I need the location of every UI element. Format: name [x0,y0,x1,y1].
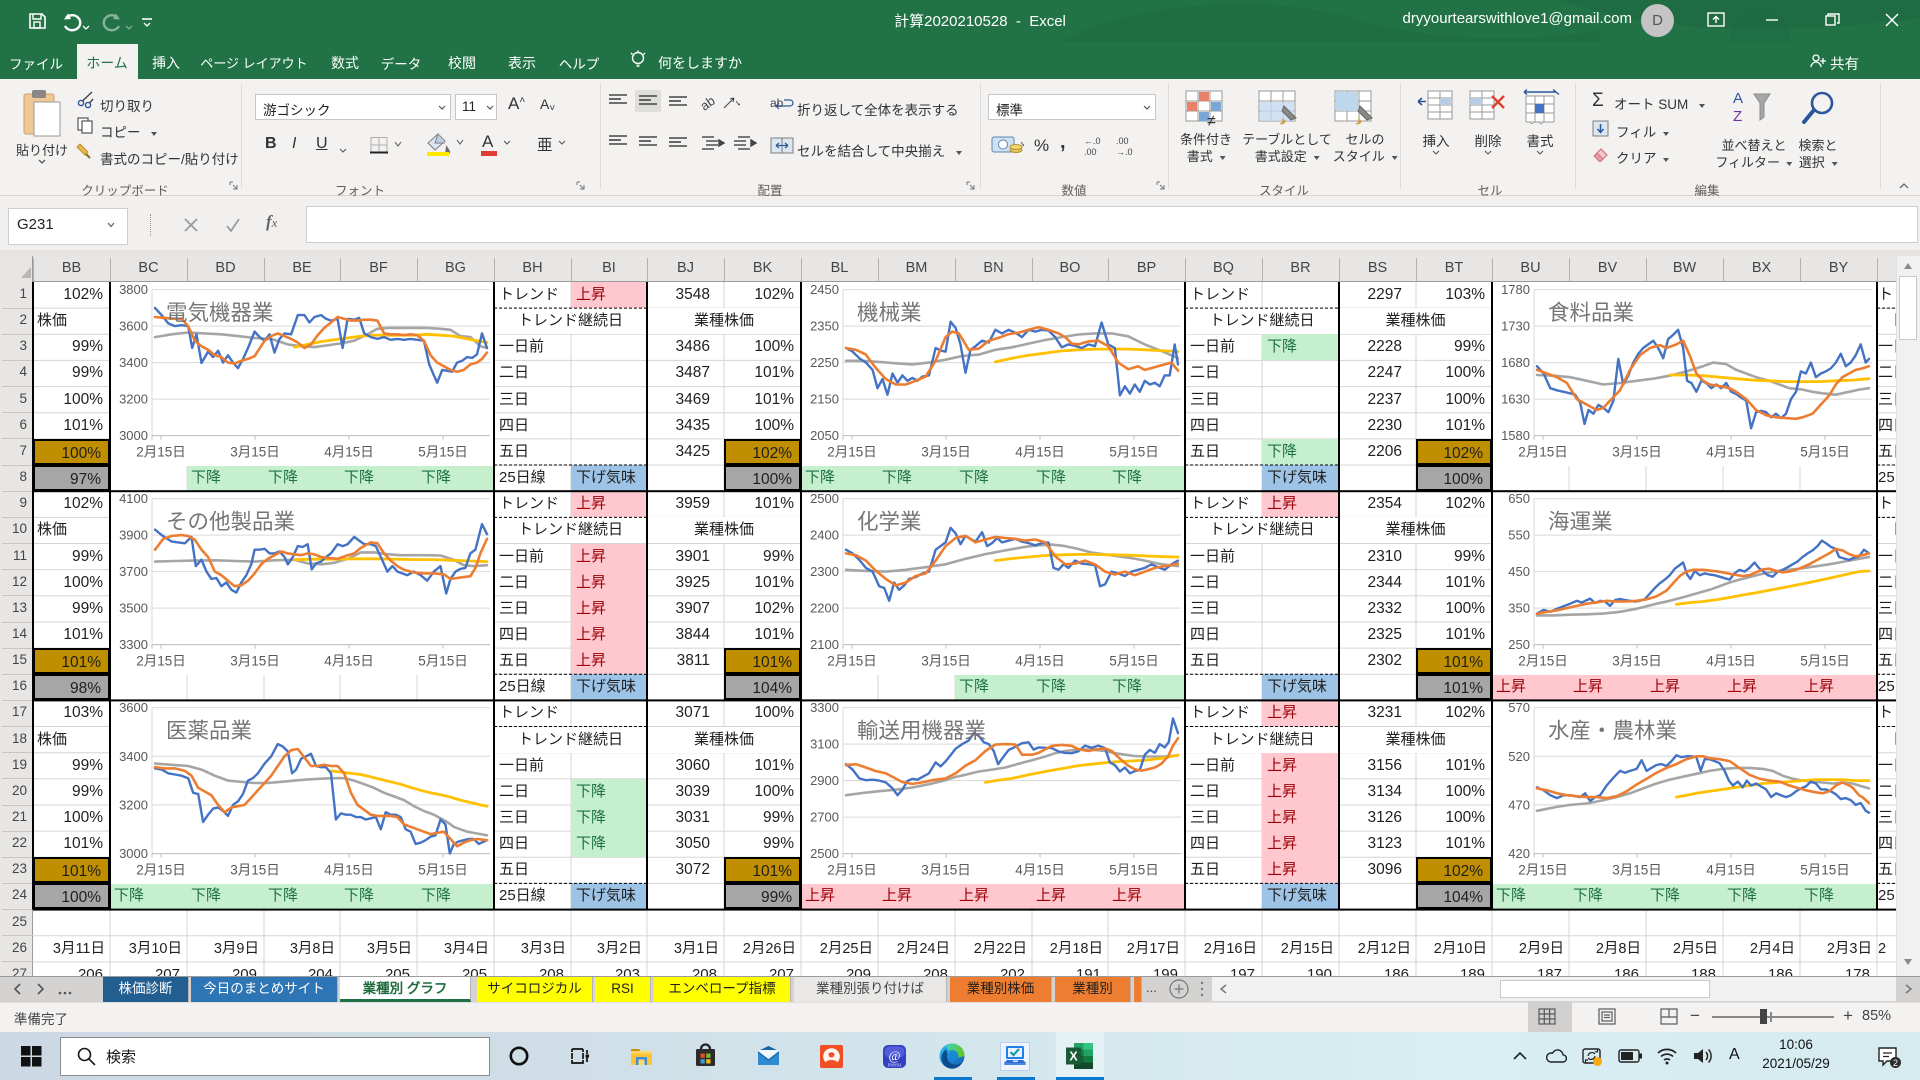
svg-text:@: @ [889,1048,901,1063]
svg-text:menu: menu [888,1063,902,1069]
svg-text:X: X [1069,1050,1078,1064]
svg-text:2: 2 [1893,1058,1898,1068]
